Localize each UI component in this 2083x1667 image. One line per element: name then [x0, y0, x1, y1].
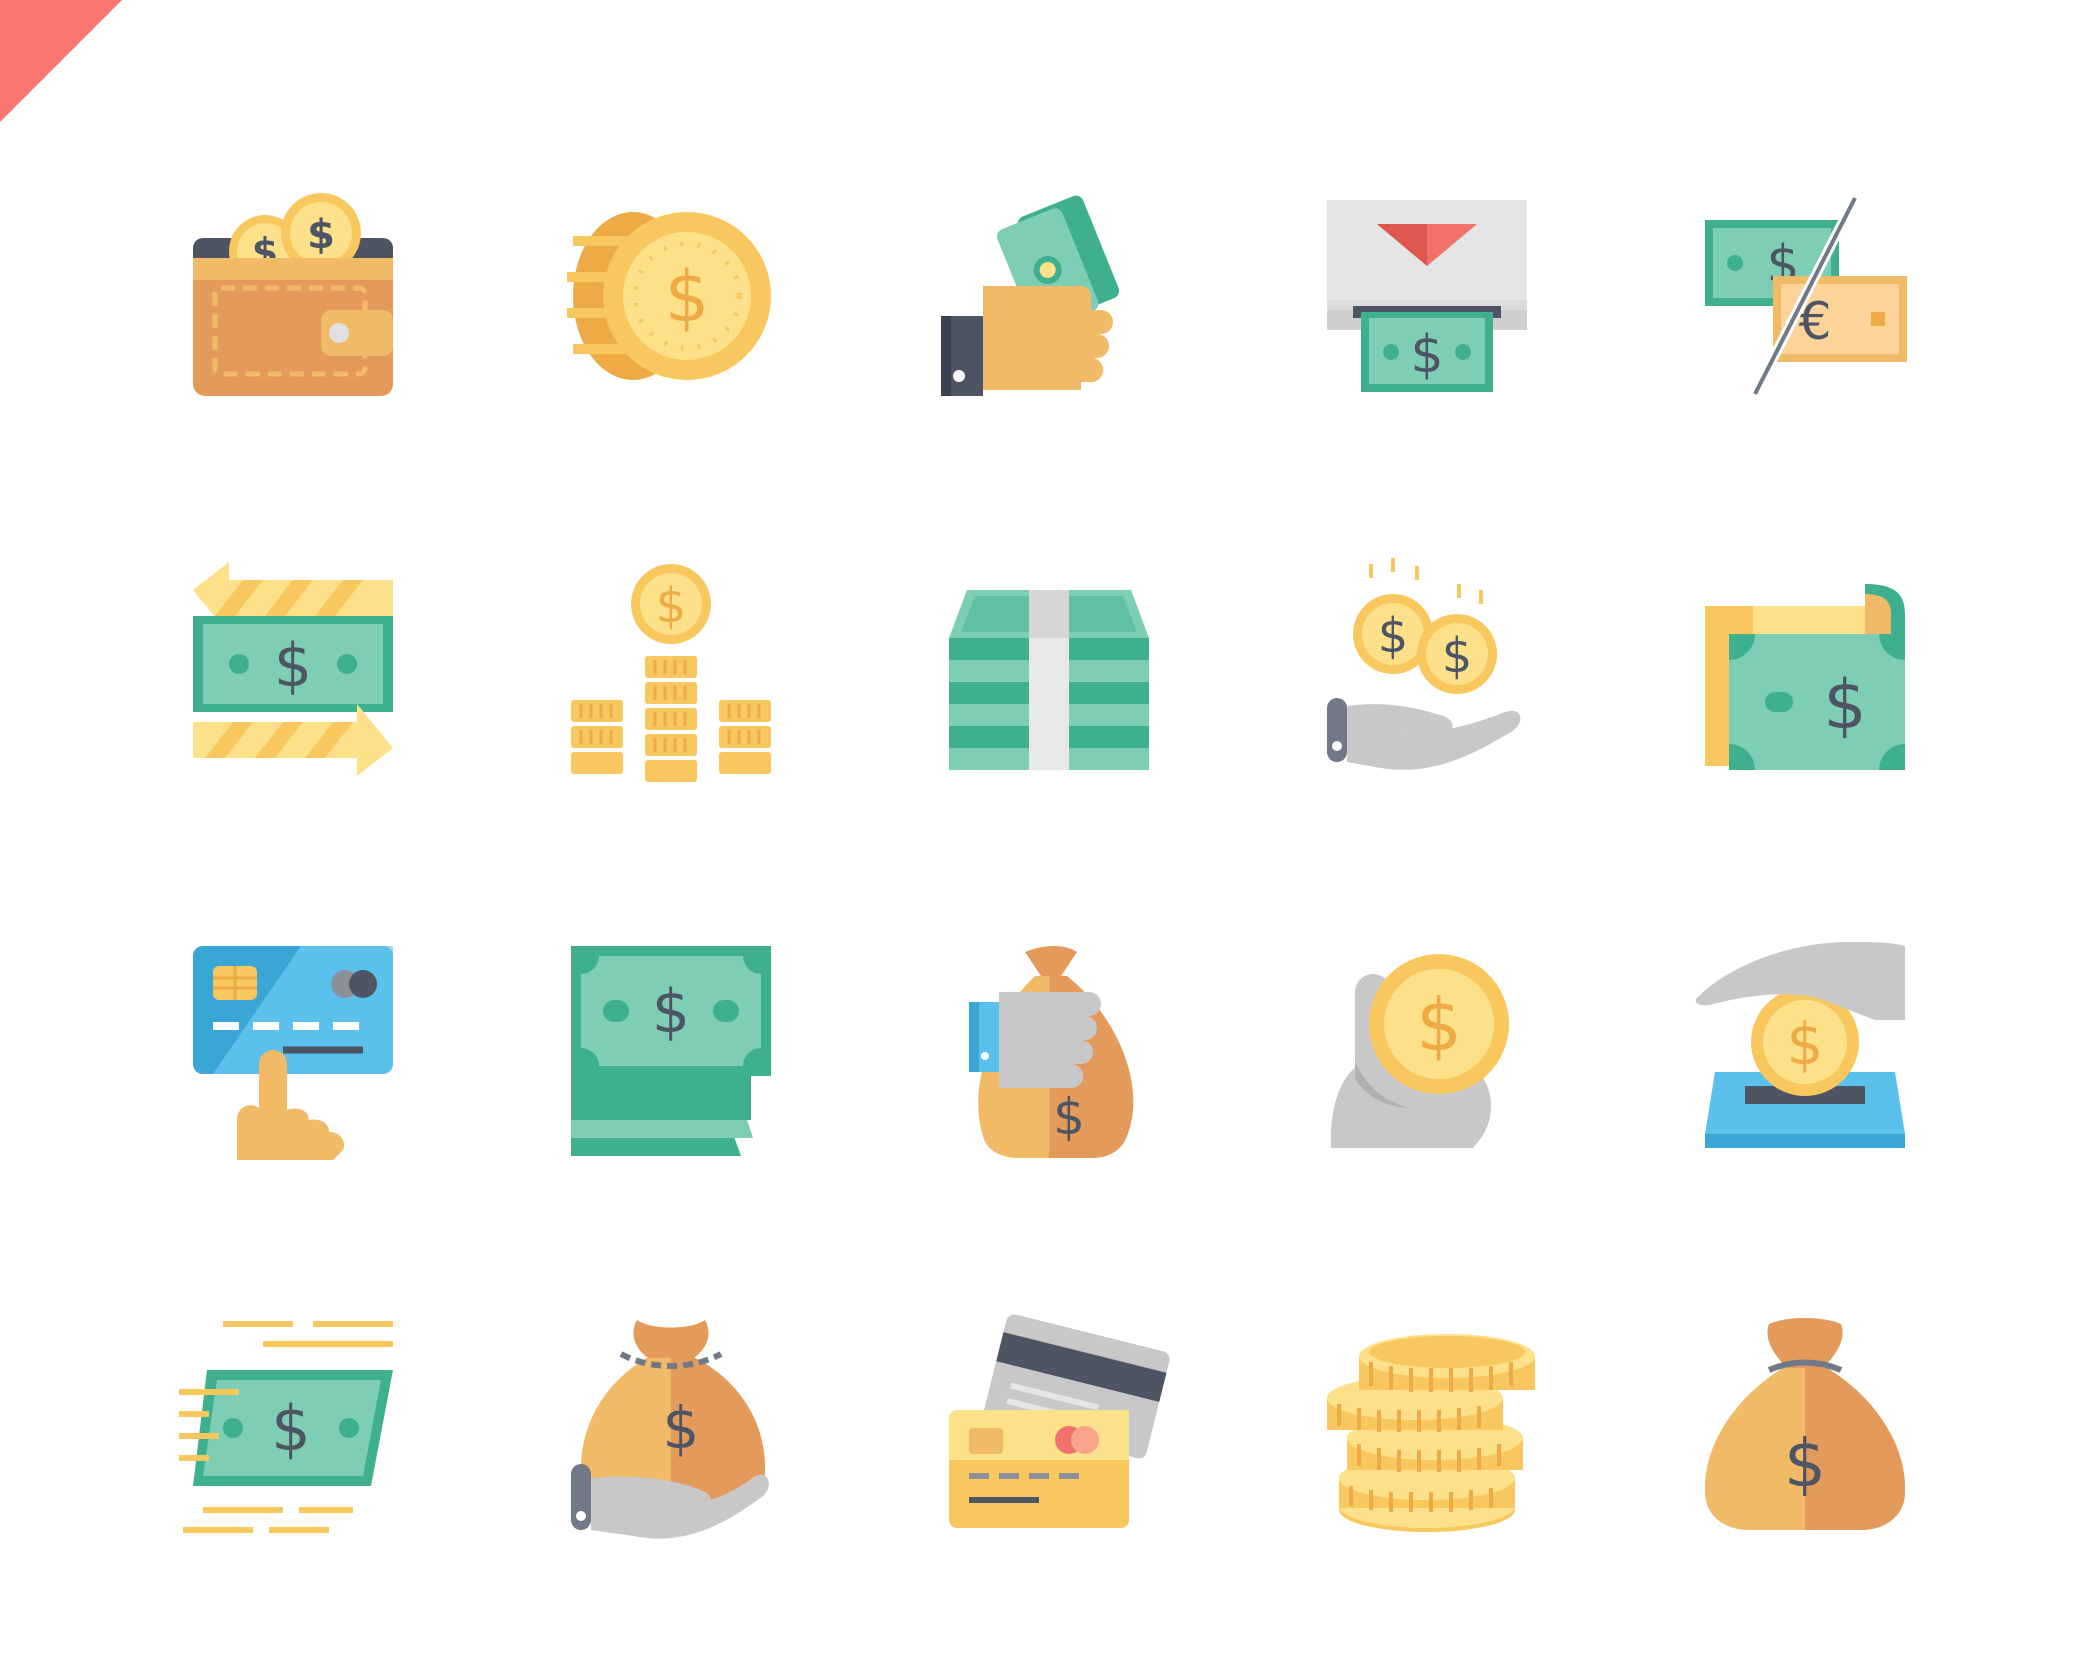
money-transfer-icon: $: [193, 562, 393, 776]
currency-exchange-icon: $ €: [1705, 195, 1907, 397]
icon-cell: $: [1307, 932, 1547, 1172]
hand-holding-coin-icon: $: [1330, 954, 1509, 1148]
rolled-banknote-icon: $: [1705, 584, 1905, 770]
icon-cell: $: [1685, 1310, 1925, 1550]
svg-text:$: $: [1823, 666, 1866, 745]
icon-cell: $: [173, 1310, 413, 1550]
icon-cell: [173, 932, 413, 1172]
icon-cell: $: [1685, 932, 1925, 1172]
svg-text:$: $: [663, 1394, 700, 1462]
gold-coin-icon: $: [567, 212, 771, 380]
icon-cell: $: [551, 176, 791, 416]
svg-text:$: $: [656, 578, 687, 634]
svg-text:$: $: [1416, 983, 1462, 1067]
svg-text:$: $: [1784, 1425, 1826, 1502]
money-bag-icon: $: [1704, 1318, 1906, 1530]
hand-holding-cash-icon: [941, 195, 1120, 396]
icon-cell: $: [929, 932, 1169, 1172]
icon-cell: $: [551, 554, 791, 794]
atm-cash-withdrawal-icon: $: [1327, 200, 1527, 392]
coin-stack-icon: [1327, 1334, 1535, 1532]
banknote-bundle-icon: [949, 590, 1149, 770]
svg-text:$: $: [665, 256, 710, 338]
svg-text:$: $: [307, 212, 335, 258]
credit-card-payment-icon: [193, 946, 393, 1160]
hand-holding-money-bag-icon: $: [969, 946, 1134, 1158]
icon-cell: [929, 554, 1169, 794]
fast-payment-icon: $: [179, 1321, 393, 1533]
svg-text:$: $: [1442, 628, 1473, 684]
icon-cell: $ $: [173, 176, 413, 416]
hand-receiving-coins-icon: $ $: [1327, 558, 1521, 770]
svg-text:$: $: [652, 977, 690, 1047]
icon-cell: $: [1307, 176, 1547, 416]
icon-cell: $ $: [1307, 554, 1547, 794]
credit-cards-icon: [949, 1314, 1170, 1528]
icon-cell: [929, 176, 1169, 416]
svg-text:$: $: [1378, 608, 1409, 664]
icon-cell: $: [551, 1310, 791, 1550]
coin-deposit-icon: $: [1695, 942, 1905, 1148]
hand-with-money-bag-icon: $: [571, 1320, 769, 1539]
icon-cell: $ €: [1685, 176, 1925, 416]
icon-grid: $ $ $ $ $ € $ $ $ $ $ $ $ $ $ $ $ $: [0, 0, 2083, 1667]
icon-cell: [929, 1310, 1170, 1550]
svg-text:$: $: [1787, 1010, 1824, 1078]
svg-text:$: $: [274, 631, 312, 701]
icon-cell: $: [551, 932, 791, 1172]
svg-text:$: $: [271, 1392, 310, 1465]
banknote-stack-icon: $: [571, 946, 771, 1156]
icon-cell: $: [1685, 554, 1925, 794]
coin-stacks-growth-icon: $: [571, 564, 771, 782]
icon-cell: $: [173, 554, 413, 794]
svg-text:$: $: [1053, 1088, 1085, 1146]
icon-cell: [1307, 1310, 1547, 1550]
svg-text:$: $: [1410, 325, 1443, 385]
wallet-coins-icon: $ $: [193, 193, 393, 396]
